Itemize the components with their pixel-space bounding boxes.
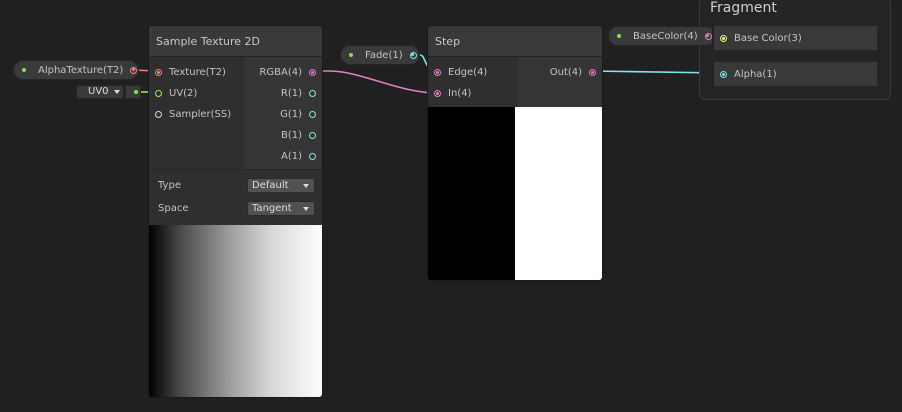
space-label: Space — [158, 203, 189, 214]
chevron-down-icon — [114, 90, 120, 94]
g-output-port[interactable] — [309, 111, 316, 118]
wire-rgba-to-in — [313, 70, 438, 94]
texture-preview — [149, 225, 322, 397]
output-r-label: R(1) — [280, 88, 302, 99]
fragment-title: Fragment — [710, 0, 777, 16]
node-title: Sample Texture 2D — [149, 26, 322, 57]
fade-property-node[interactable]: Fade(1) — [340, 45, 420, 65]
output-b[interactable]: B(1) — [281, 130, 316, 141]
output-out[interactable]: Out(4) — [550, 67, 596, 78]
output-g[interactable]: G(1) — [280, 109, 316, 120]
step-preview — [428, 107, 602, 280]
uv-input-port[interactable] — [155, 90, 162, 97]
output-a[interactable]: A(1) — [281, 151, 316, 162]
a-output-port[interactable] — [309, 153, 316, 160]
base-color-block-label: Base Color(3) — [734, 33, 802, 44]
sampler-input-port[interactable] — [155, 111, 162, 118]
type-value: Default — [252, 180, 289, 191]
output-r[interactable]: R(1) — [281, 88, 316, 99]
input-texture-label: Texture(T2) — [169, 67, 226, 78]
property-indicator-dot — [22, 68, 26, 72]
input-edge[interactable]: Edge(4) — [434, 67, 487, 78]
input-in-label: In(4) — [448, 88, 472, 99]
base-color-property-node[interactable]: BaseColor(4) — [608, 26, 716, 46]
output-a-label: A(1) — [280, 151, 302, 162]
output-rgba[interactable]: RGBA(4) — [259, 67, 316, 78]
input-sampler[interactable]: Sampler(SS) — [155, 109, 231, 120]
input-uv-label: UV(2) — [169, 88, 198, 99]
type-label: Type — [158, 180, 181, 191]
out-output-port[interactable] — [589, 69, 596, 76]
property-indicator-dot — [617, 34, 621, 38]
chevron-down-icon — [303, 207, 309, 211]
fade-output-port[interactable] — [409, 51, 417, 59]
input-texture[interactable]: Texture(T2) — [155, 67, 226, 78]
alpha-texture-label: AlphaTexture(T2) — [38, 64, 124, 76]
b-output-port[interactable] — [309, 132, 316, 139]
uv-channel-dropdown[interactable]: UV0 — [76, 85, 124, 99]
alpha-texture-property-node[interactable]: AlphaTexture(T2) — [13, 60, 139, 80]
output-b-label: B(1) — [280, 130, 302, 141]
output-section — [518, 57, 602, 107]
input-section — [428, 57, 518, 107]
rgba-output-port[interactable] — [309, 69, 316, 76]
alpha-input-port[interactable] — [720, 71, 727, 78]
alpha-block[interactable]: Alpha(1) — [712, 61, 878, 87]
fade-label: Fade(1) — [365, 49, 403, 61]
input-sampler-label: Sampler(SS) — [169, 109, 232, 120]
output-rgba-label: RGBA(4) — [259, 67, 302, 78]
input-uv[interactable]: UV(2) — [155, 88, 197, 99]
edge-input-port[interactable] — [434, 69, 441, 76]
space-value: Tangent — [252, 203, 292, 214]
uv-connector-stub — [125, 85, 141, 99]
output-out-label: Out(4) — [549, 67, 582, 78]
step-node[interactable]: Step Edge(4) In(4) Out(4) — [427, 25, 603, 281]
uv-connector-dot — [134, 90, 138, 94]
alpha-texture-output-port[interactable] — [130, 66, 138, 74]
input-edge-label: Edge(4) — [448, 67, 488, 78]
type-dropdown[interactable]: Default — [247, 178, 315, 193]
base-color-label: BaseColor(4) — [633, 30, 698, 42]
space-dropdown[interactable]: Tangent — [247, 201, 315, 216]
in-input-port[interactable] — [434, 90, 441, 97]
chevron-down-icon — [303, 184, 309, 188]
property-indicator-dot — [349, 53, 353, 57]
base-color-input-port[interactable] — [720, 35, 727, 42]
base-color-block[interactable]: Base Color(3) — [712, 25, 878, 51]
input-in[interactable]: In(4) — [434, 88, 471, 99]
node-title: Step — [428, 26, 602, 57]
r-output-port[interactable] — [309, 90, 316, 97]
texture-input-port[interactable] — [155, 69, 162, 76]
alpha-block-label: Alpha(1) — [734, 69, 777, 80]
uv-channel-value: UV0 — [88, 86, 109, 97]
base-color-output-port[interactable] — [704, 32, 712, 40]
output-g-label: G(1) — [280, 109, 302, 120]
sample-texture-2d-node[interactable]: Sample Texture 2D Texture(T2) UV(2) Samp… — [148, 25, 323, 398]
